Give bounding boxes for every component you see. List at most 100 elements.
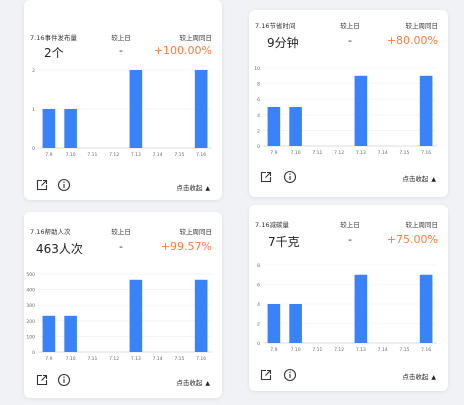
info-icon[interactable] bbox=[283, 368, 297, 382]
dod-value: - bbox=[348, 233, 352, 246]
y-tick-label: 8 bbox=[257, 82, 260, 88]
x-tick-label: 7.16 bbox=[196, 152, 206, 158]
bar-chart: 0 2 4 6 8 10 7.9 7.10 7.11 7.12 7.13 7.14 7.15 7.16 bbox=[249, 62, 447, 160]
bar bbox=[64, 109, 77, 148]
y-tick-label: 4 bbox=[257, 302, 260, 308]
x-tick-label: 7.16 bbox=[196, 356, 206, 362]
x-tick-label: 7.15 bbox=[174, 356, 184, 362]
x-tick-label: 7.11 bbox=[312, 347, 322, 353]
y-tick-label: 100 bbox=[26, 334, 35, 340]
collapse-button[interactable]: 点击收起 ▲ bbox=[176, 182, 210, 192]
x-tick-label: 7.12 bbox=[109, 152, 119, 158]
metric-value: 463人次 bbox=[36, 242, 83, 256]
bar bbox=[194, 70, 208, 148]
metric-card-events: 7.16事件发布量 较上日 较上周同日 2个 - +100.00% 0 1 2 7.9… bbox=[24, 0, 222, 200]
y-tick-label: 10 bbox=[254, 66, 260, 72]
metric-card-time-saved: 7.16节省时间 较上日 较上周同日 9分钟 - +80.00% 0 2 4 6 8 10… bbox=[249, 10, 448, 197]
metric-value: 9分钟 bbox=[267, 36, 299, 50]
dod-label: 较上日 bbox=[340, 22, 360, 30]
x-tick-label: 7.13 bbox=[356, 347, 366, 353]
metric-title: 7.16减碳量 bbox=[255, 221, 289, 229]
y-tick-label: 200 bbox=[26, 319, 35, 325]
dod-label: 较上日 bbox=[111, 228, 131, 236]
y-tick-label: 2 bbox=[257, 128, 260, 134]
caret-up-icon: ▲ bbox=[205, 185, 210, 192]
wow-value: +99.57% bbox=[160, 240, 212, 253]
bar bbox=[289, 107, 302, 146]
y-tick-label: 0 bbox=[257, 144, 260, 150]
x-tick-label: 7.12 bbox=[109, 356, 119, 362]
bar-chart: 0 100 200 300 400 500 7.9 7.10 7.11 7.12 7.13 7.14 7… bbox=[24, 268, 222, 366]
wow-value: +75.00% bbox=[386, 233, 438, 246]
x-tick-label: 7.13 bbox=[131, 152, 141, 158]
y-tick-label: 0 bbox=[32, 146, 35, 152]
info-icon[interactable] bbox=[57, 373, 71, 387]
collapse-label: 点击收起 bbox=[402, 373, 429, 381]
x-tick-label: 7.9 bbox=[270, 347, 277, 353]
metric-value: 2个 bbox=[44, 46, 64, 60]
bar bbox=[267, 304, 281, 343]
collapse-label: 点击收起 bbox=[176, 379, 203, 387]
wow-value: +100.00% bbox=[153, 44, 212, 57]
collapse-button[interactable]: 点击收起 ▲ bbox=[402, 173, 436, 183]
x-tick-label: 7.12 bbox=[334, 150, 344, 156]
x-tick-label: 7.14 bbox=[153, 356, 163, 362]
bar bbox=[354, 75, 368, 146]
info-icon[interactable] bbox=[57, 178, 71, 192]
x-tick-label: 7.15 bbox=[399, 150, 409, 156]
info-icon[interactable] bbox=[283, 170, 297, 184]
collapse-label: 点击收起 bbox=[176, 184, 203, 192]
bar bbox=[354, 274, 368, 343]
x-tick-label: 7.10 bbox=[66, 356, 76, 362]
x-tick-label: 7.16 bbox=[421, 150, 431, 156]
metric-title: 7.16帮助人次 bbox=[30, 228, 71, 236]
x-tick-label: 7.10 bbox=[291, 347, 301, 353]
metric-card-people-helped: 7.16帮助人次 较上日 较上周同日 463人次 - +99.57% 0 100 2… bbox=[24, 212, 222, 398]
x-tick-label: 7.10 bbox=[66, 152, 76, 158]
bar bbox=[129, 70, 143, 148]
metric-card-carbon-reduction: 7.16减碳量 较上日 较上周同日 7千克 - +75.00% 0 2 4 6 8 7.9… bbox=[249, 205, 448, 391]
x-tick-label: 7.9 bbox=[45, 356, 52, 362]
x-tick-label: 7.11 bbox=[312, 150, 322, 156]
y-tick-label: 0 bbox=[257, 341, 260, 347]
x-tick-label: 7.16 bbox=[421, 347, 431, 353]
dod-value: - bbox=[348, 34, 352, 47]
collapse-button[interactable]: 点击收起 ▲ bbox=[402, 371, 436, 381]
y-tick-label: 2 bbox=[32, 68, 35, 74]
wow-label: 较上周同日 bbox=[405, 221, 439, 229]
wow-label: 较上周同日 bbox=[179, 228, 213, 236]
bar bbox=[419, 75, 433, 146]
y-tick-label: 400 bbox=[26, 288, 35, 294]
collapse-button[interactable]: 点击收起 ▲ bbox=[176, 377, 210, 387]
share-icon[interactable] bbox=[259, 368, 273, 382]
bar-chart: 0 1 2 7.9 7.10 7.11 7.12 7.13 7.14 7.15 7.16 bbox=[24, 64, 222, 162]
y-tick-label: 8 bbox=[257, 263, 260, 269]
share-icon[interactable] bbox=[259, 170, 273, 184]
wow-label: 较上周同日 bbox=[179, 34, 213, 42]
x-tick-label: 7.15 bbox=[399, 347, 409, 353]
y-tick-label: 6 bbox=[257, 283, 260, 289]
bar bbox=[129, 279, 143, 352]
y-tick-label: 300 bbox=[26, 303, 35, 309]
bar bbox=[419, 274, 433, 343]
x-tick-label: 7.11 bbox=[87, 152, 97, 158]
collapse-label: 点击收起 bbox=[402, 175, 429, 183]
metric-title: 7.16节省时间 bbox=[255, 22, 296, 30]
x-tick-label: 7.11 bbox=[87, 356, 97, 362]
y-tick-label: 2 bbox=[257, 322, 260, 328]
y-tick-label: 500 bbox=[26, 272, 35, 278]
dod-label: 较上日 bbox=[111, 34, 131, 42]
y-tick-label: 0 bbox=[32, 350, 35, 356]
dod-label: 较上日 bbox=[340, 221, 360, 229]
share-icon[interactable] bbox=[35, 178, 49, 192]
x-tick-label: 7.13 bbox=[131, 356, 141, 362]
x-tick-label: 7.14 bbox=[378, 150, 388, 156]
bar bbox=[42, 109, 56, 148]
share-icon[interactable] bbox=[35, 373, 49, 387]
bar bbox=[289, 304, 302, 343]
x-tick-label: 7.13 bbox=[356, 150, 366, 156]
x-tick-label: 7.9 bbox=[45, 152, 52, 158]
x-tick-label: 7.14 bbox=[153, 152, 163, 158]
bar bbox=[194, 279, 208, 352]
metric-title: 7.16事件发布量 bbox=[30, 34, 77, 42]
